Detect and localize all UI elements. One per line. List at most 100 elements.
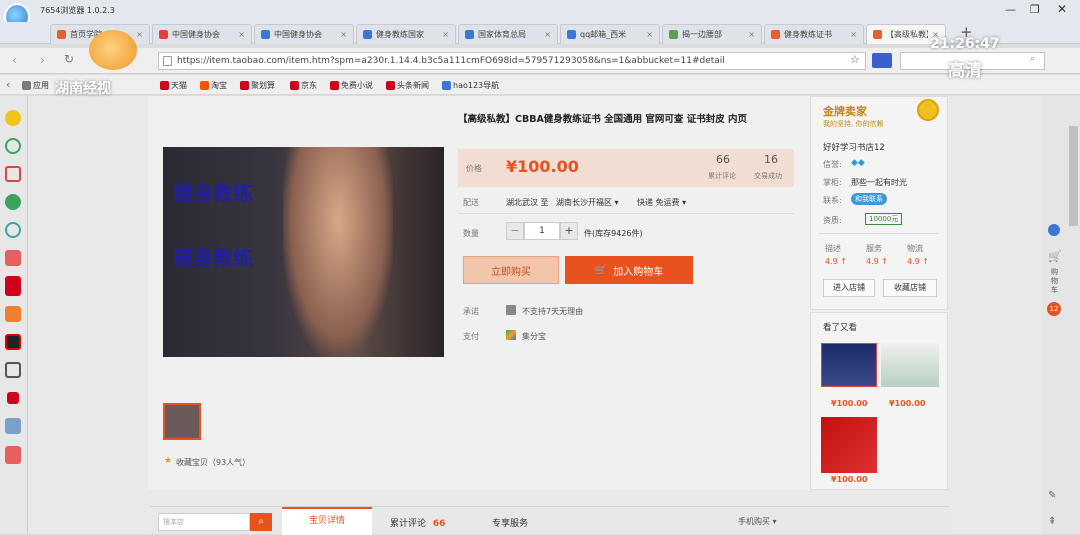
app-icon[interactable] [5,250,21,266]
bookmark-item[interactable]: 头条新闻 [386,80,429,91]
price-value: ¥100.00 [506,157,579,176]
detail-tab-bar: 搜本店 ⌕ 宝贝详情 累计评论 66 专享服务 手机购买 ▾ [150,506,950,535]
tab-close-icon[interactable]: × [340,30,347,39]
ship-fee-select[interactable]: 快递 免运费 ▾ [637,197,686,208]
tab[interactable]: 国家体育总局 × [458,24,558,44]
tab[interactable]: 中国健身协会 × [152,24,252,44]
tab-favicon-icon [771,30,780,39]
novel-icon [330,81,339,90]
wechat-icon[interactable] [5,194,21,210]
fav-shop-button[interactable]: 收藏店铺 [883,279,937,297]
shop-search-button[interactable]: ⌕ [250,513,272,531]
forward-icon[interactable]: › [40,53,45,67]
left-sidebar [0,96,28,534]
star-icon[interactable]: ☆ [850,53,860,66]
buy-now-button[interactable]: 立即购买 [463,256,559,284]
bookmark-item[interactable]: hao123导航 [442,80,499,91]
bookmark-item[interactable]: 免费小说 [330,80,373,91]
minimize-button[interactable]: — [1005,3,1016,16]
notes-icon[interactable] [5,166,21,182]
back-to-top-icon[interactable]: ⇞ [1048,516,1056,527]
promise-label: 承诺 [463,307,479,316]
search-sidebar-icon[interactable] [5,222,21,238]
tab-reviews[interactable]: 累计评论 66 [390,516,445,529]
price-label: 价格 [466,164,482,173]
image-caption-2: 健身教练 [173,246,253,270]
qty-plus-button[interactable]: + [560,222,578,240]
shop-name[interactable]: 好好学习书店12 [823,141,885,153]
cart-sidebar-label[interactable]: 购物车 [1051,268,1059,295]
maximize-button[interactable]: ❐ [1030,3,1040,16]
taobao-icon [200,81,209,90]
tab-close-icon[interactable]: × [238,30,245,39]
history-icon[interactable] [5,138,21,154]
tab-favicon-icon [873,30,882,39]
scrollbar-thumb[interactable] [1069,126,1078,226]
tab[interactable]: qq邮箱_西米 × [560,24,660,44]
bookmark-item[interactable]: 聚划算 [240,80,275,91]
tmall-sidebar-icon[interactable] [5,276,21,296]
favorite-star-icon[interactable]: ★ [164,456,172,466]
tab[interactable]: 健身教练证书 × [764,24,864,44]
product-image[interactable]: 健身教练 健身教练 [163,147,444,357]
shop-search-input[interactable]: 搜本店 [158,513,250,531]
also-item-image[interactable] [821,343,877,387]
bookmarks-toggle-icon[interactable]: ‹ [6,78,10,91]
disk-icon[interactable] [5,418,21,434]
search-icon[interactable]: ⌕ [1030,54,1035,64]
url-input[interactable]: https://item.taobao.com/item.htm?spm=a23… [158,52,866,70]
tab-close-icon[interactable]: × [544,30,551,39]
product-image-figure [283,147,393,357]
back-icon[interactable]: ‹ [12,53,17,67]
tab-close-icon[interactable]: × [748,30,755,39]
mobile-buy-dropdown[interactable]: 手机购买 ▾ [738,516,777,527]
calendar-icon[interactable] [5,446,21,464]
qty-input[interactable]: 1 [524,222,560,240]
also-item-image[interactable] [821,417,877,473]
bookmark-item[interactable]: 京东 [290,80,317,91]
favorite-text[interactable]: 收藏宝贝（93人气） [176,457,250,468]
tab-close-icon[interactable]: × [850,30,857,39]
thumbnail[interactable] [163,403,201,440]
tab-detail[interactable]: 宝贝详情 [282,507,372,535]
tab-close-icon[interactable]: × [646,30,653,39]
panda-icon[interactable] [5,334,21,350]
keeper-name[interactable]: 那些一起有时光 [851,177,907,188]
tab[interactable]: 中国健身协会 × [254,24,354,44]
overlay-clock: 21:26:47 [930,36,1000,52]
qty-minus-button[interactable]: − [506,222,524,240]
also-item-price: ¥100.00 [889,399,926,408]
bookmark-item[interactable]: 淘宝 [200,80,227,91]
tab-service[interactable]: 专享服务 [492,516,528,529]
add-to-cart-button[interactable]: 🛒 加入购物车 [565,256,693,284]
film-icon[interactable] [5,362,21,378]
promise-text: 不支持7天无理由 [522,307,584,316]
tab-close-icon[interactable]: × [442,30,449,39]
extension-icon[interactable] [872,53,892,68]
cart-icon: 🛒 [594,264,608,276]
also-item-price: ¥100.00 [831,399,868,408]
close-window-button[interactable]: ✕ [1057,2,1067,16]
ship-to-select[interactable]: 湖南长沙开福区 ▾ [556,197,619,208]
also-item-image[interactable] [881,343,939,387]
shopping-icon[interactable] [5,306,21,322]
favorites-icon[interactable] [5,110,21,126]
qual-label: 资质: [823,216,842,225]
qty-label: 数量 [463,229,479,238]
gold-seller-sub: 我的坚持, 你的信赖 [823,120,884,128]
cart-sidebar-icon[interactable]: 🛒 [1048,250,1062,263]
overlay-quality: 高清 [948,61,982,81]
tab[interactable]: 健身教练国家 × [356,24,456,44]
tab[interactable]: 揭一边腰部 × [662,24,762,44]
bookmark-item[interactable]: 应用 [22,80,49,91]
hao123-icon [442,81,451,90]
enter-shop-button[interactable]: 进入店铺 [823,279,875,297]
edit-icon[interactable]: ✎ [1048,490,1056,501]
price-box: 价格 ¥100.00 66 累计评论 16 交易成功 [458,149,794,187]
contact-button[interactable]: 和我联系 [851,193,887,205]
red-square-icon[interactable] [7,392,19,404]
user-icon[interactable] [1048,224,1060,236]
rate-desc-value: 4.9 ↑ [825,257,847,266]
keeper-label: 掌柜: [823,178,842,187]
sales-count: 16 [764,153,778,166]
